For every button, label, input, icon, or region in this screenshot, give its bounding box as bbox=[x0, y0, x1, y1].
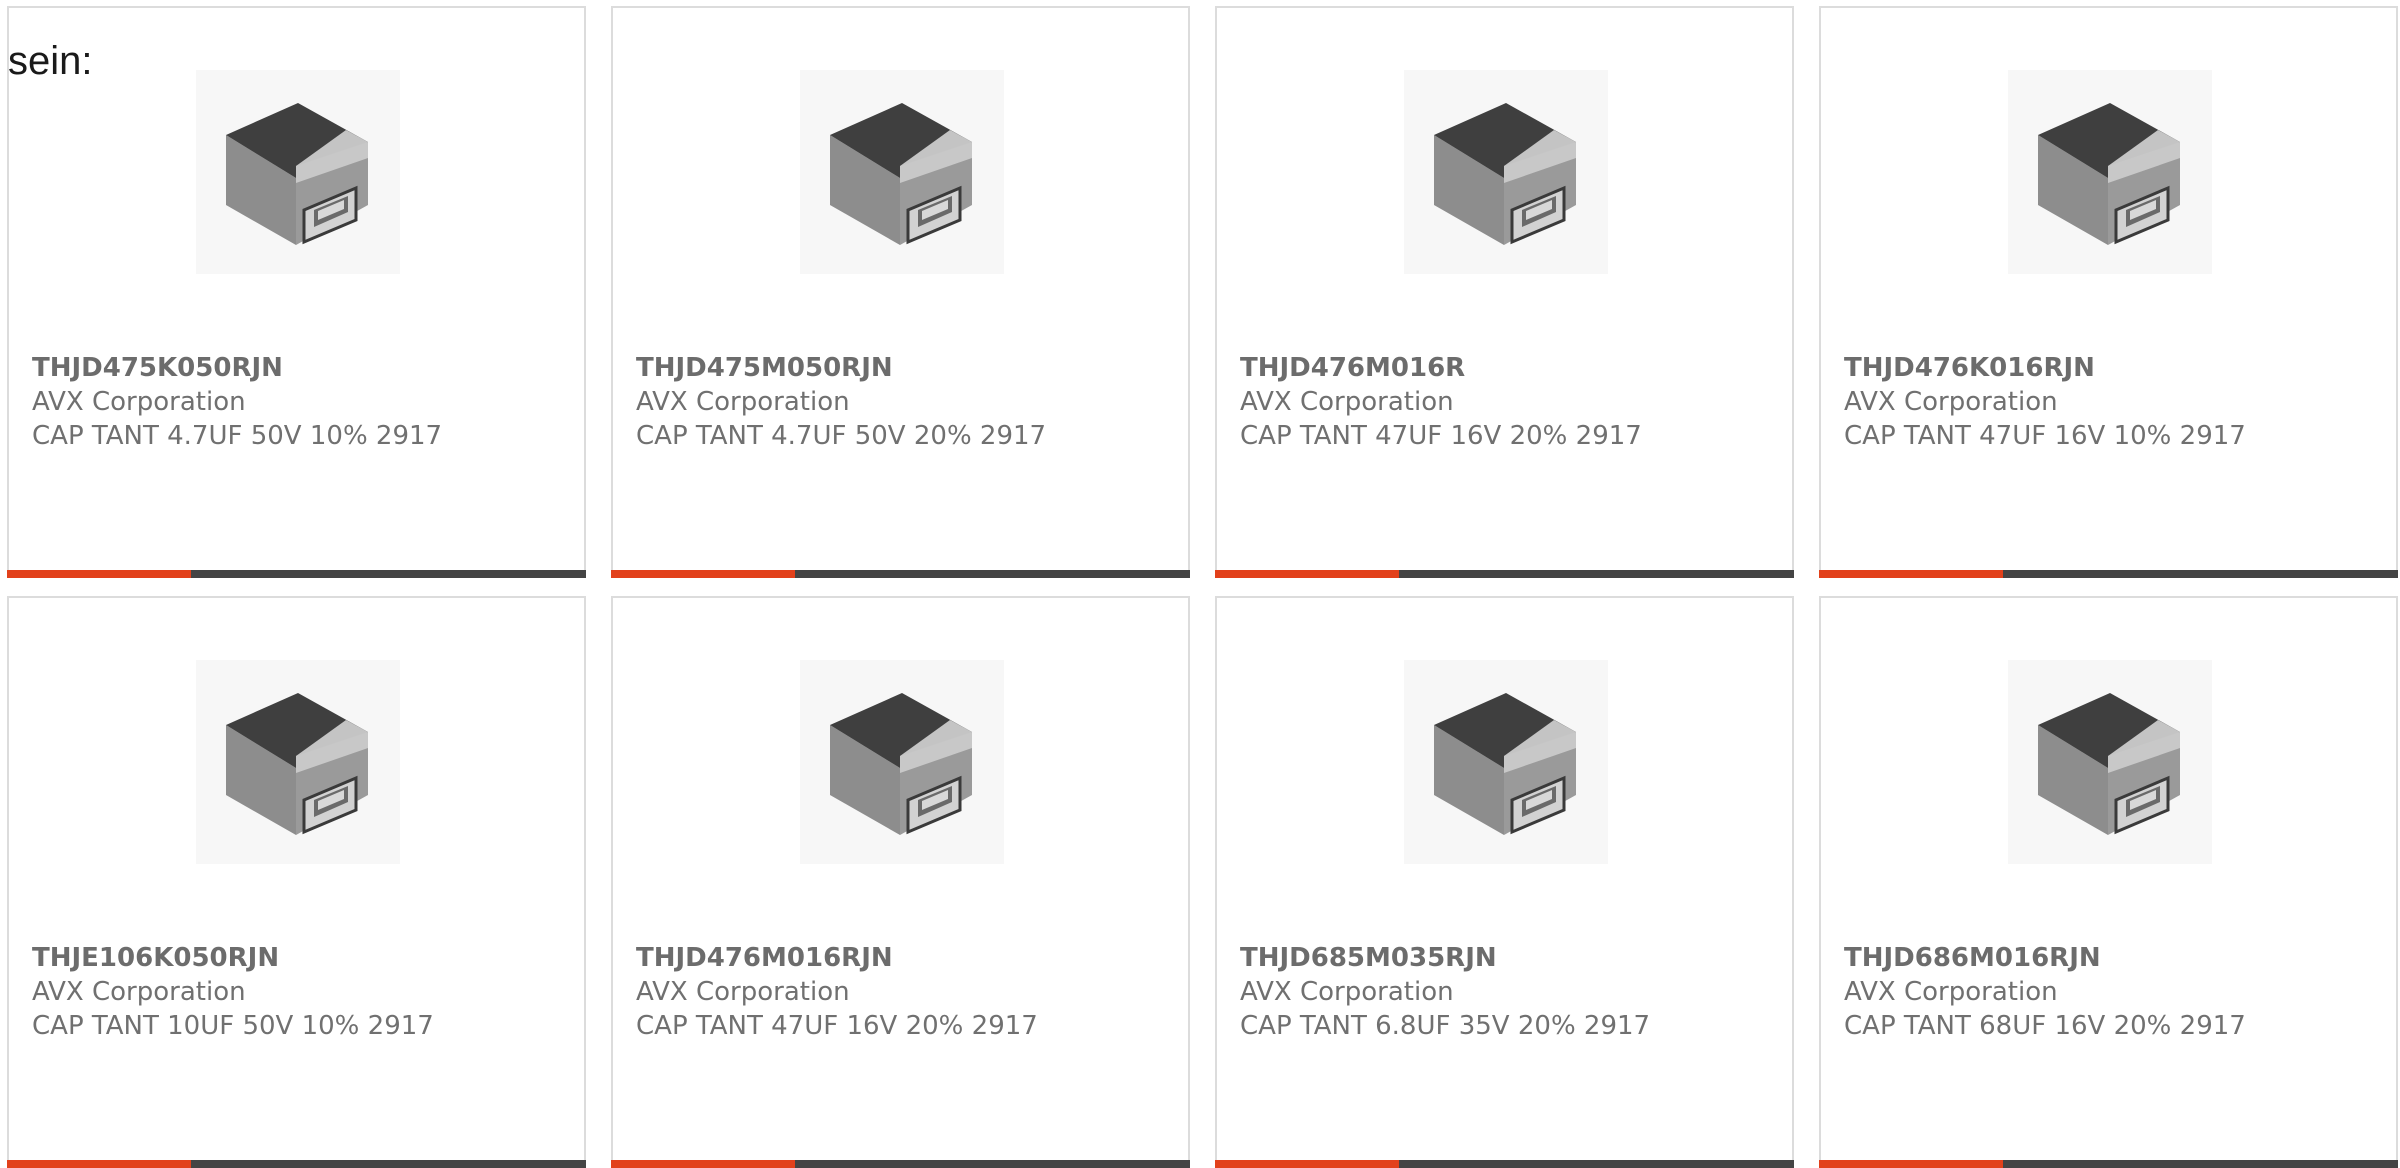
manufacturer-name: AVX Corporation bbox=[1240, 387, 1454, 417]
card-bar-accent bbox=[611, 570, 795, 578]
manufacturer-name: AVX Corporation bbox=[1844, 977, 2058, 1007]
product-description: CAP TANT 68UF 16V 20% 2917 bbox=[1844, 1011, 2246, 1041]
product-info: THJD685M035RJN AVX Corporation CAP TANT 6.… bbox=[1240, 941, 1782, 1043]
manufacturer-name: AVX Corporation bbox=[636, 387, 850, 417]
card-bar-accent bbox=[1819, 1160, 2003, 1168]
product-info: THJD475K050RJN AVX Corporation CAP TANT 4.… bbox=[32, 351, 574, 453]
manufacturer-name: AVX Corporation bbox=[32, 977, 246, 1007]
card-bottom-bar bbox=[7, 1160, 586, 1168]
product-description: CAP TANT 47UF 16V 10% 2917 bbox=[1844, 421, 2246, 451]
intro-text: sein: bbox=[8, 39, 93, 83]
product-description: CAP TANT 47UF 16V 20% 2917 bbox=[636, 1011, 1038, 1041]
product-info: THJD476K016RJN AVX Corporation CAP TANT 47… bbox=[1844, 351, 2386, 453]
manufacturer-name: AVX Corporation bbox=[1240, 977, 1454, 1007]
product-card[interactable]: THJD476M016R AVX Corporation CAP TANT 47UF… bbox=[1215, 6, 1794, 578]
part-number[interactable]: THJD686M016RJN bbox=[1844, 941, 2386, 975]
product-image[interactable] bbox=[196, 660, 400, 864]
part-number[interactable]: THJD475M050RJN bbox=[636, 351, 1178, 385]
product-image[interactable] bbox=[800, 660, 1004, 864]
product-info: THJD476M016R AVX Corporation CAP TANT 47UF… bbox=[1240, 351, 1782, 453]
part-number[interactable]: THJD685M035RJN bbox=[1240, 941, 1782, 975]
product-image[interactable] bbox=[2008, 70, 2212, 274]
product-card[interactable]: THJD476M016RJN AVX Corporation CAP TANT 47… bbox=[611, 596, 1190, 1168]
product-image[interactable] bbox=[1404, 660, 1608, 864]
card-bar-accent bbox=[7, 1160, 191, 1168]
card-bar-accent bbox=[7, 570, 191, 578]
product-image[interactable] bbox=[800, 70, 1004, 274]
card-bottom-bar bbox=[611, 570, 1190, 578]
card-bottom-bar bbox=[1819, 1160, 2398, 1168]
product-image[interactable] bbox=[1404, 70, 1608, 274]
part-number[interactable]: THJD476M016R bbox=[1240, 351, 1782, 385]
manufacturer-name: AVX Corporation bbox=[1844, 387, 2058, 417]
card-bottom-bar bbox=[1215, 570, 1794, 578]
product-image[interactable] bbox=[196, 70, 400, 274]
product-card[interactable]: THJD475K050RJN AVX Corporation CAP TANT 4.… bbox=[7, 6, 586, 578]
product-card[interactable]: THJD475M050RJN AVX Corporation CAP TANT 4.… bbox=[611, 6, 1190, 578]
product-card[interactable]: THJD476K016RJN AVX Corporation CAP TANT 47… bbox=[1819, 6, 2398, 578]
part-number[interactable]: THJD476K016RJN bbox=[1844, 351, 2386, 385]
card-bar-accent bbox=[1215, 570, 1399, 578]
product-card[interactable]: THJE106K050RJN AVX Corporation CAP TANT 10… bbox=[7, 596, 586, 1168]
manufacturer-name: AVX Corporation bbox=[32, 387, 246, 417]
card-bar-accent bbox=[1819, 570, 2003, 578]
part-number[interactable]: THJD475K050RJN bbox=[32, 351, 574, 385]
card-bottom-bar bbox=[1819, 570, 2398, 578]
product-info: THJD686M016RJN AVX Corporation CAP TANT 68… bbox=[1844, 941, 2386, 1043]
card-bar-accent bbox=[1215, 1160, 1399, 1168]
product-description: CAP TANT 4.7UF 50V 10% 2917 bbox=[32, 421, 443, 451]
product-info: THJD476M016RJN AVX Corporation CAP TANT 47… bbox=[636, 941, 1178, 1043]
product-description: CAP TANT 47UF 16V 20% 2917 bbox=[1240, 421, 1642, 451]
product-description: CAP TANT 6.8UF 35V 20% 2917 bbox=[1240, 1011, 1651, 1041]
card-bottom-bar bbox=[611, 1160, 1190, 1168]
product-description: CAP TANT 4.7UF 50V 20% 2917 bbox=[636, 421, 1047, 451]
product-card[interactable]: THJD686M016RJN AVX Corporation CAP TANT 68… bbox=[1819, 596, 2398, 1168]
card-bar-accent bbox=[611, 1160, 795, 1168]
card-bottom-bar bbox=[1215, 1160, 1794, 1168]
part-number[interactable]: THJD476M016RJN bbox=[636, 941, 1178, 975]
part-number[interactable]: THJE106K050RJN bbox=[32, 941, 574, 975]
product-info: THJE106K050RJN AVX Corporation CAP TANT 10… bbox=[32, 941, 574, 1043]
product-info: THJD475M050RJN AVX Corporation CAP TANT 4.… bbox=[636, 351, 1178, 453]
product-description: CAP TANT 10UF 50V 10% 2917 bbox=[32, 1011, 434, 1041]
card-bottom-bar bbox=[7, 570, 586, 578]
product-image[interactable] bbox=[2008, 660, 2212, 864]
manufacturer-name: AVX Corporation bbox=[636, 977, 850, 1007]
product-card[interactable]: THJD685M035RJN AVX Corporation CAP TANT 6.… bbox=[1215, 596, 1794, 1168]
